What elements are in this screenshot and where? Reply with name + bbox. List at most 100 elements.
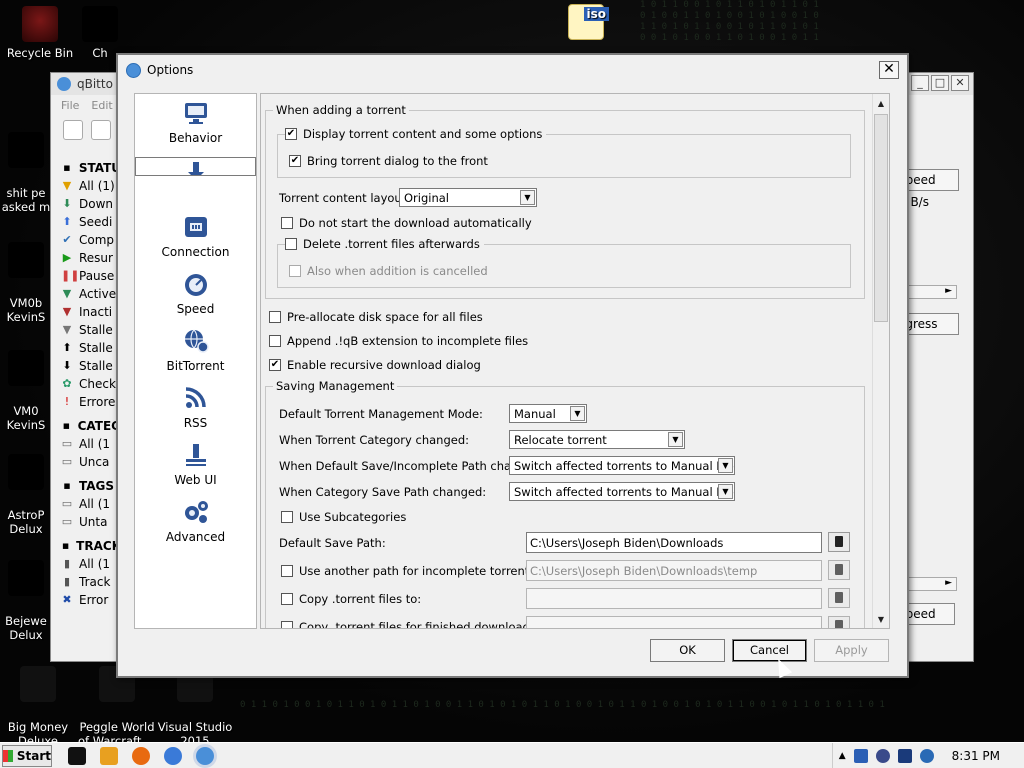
maximize-button[interactable]: □ [931, 75, 949, 91]
minimize-button[interactable]: _ [911, 75, 929, 91]
add-link-icon[interactable] [63, 120, 83, 140]
scrollbar-thumb[interactable] [874, 114, 888, 322]
mode-select[interactable]: Manual ▼ [509, 404, 587, 423]
browse-button[interactable] [828, 616, 850, 628]
default-path-changed-select[interactable]: Switch affected torrents to Manual Mode … [509, 456, 735, 475]
copy-finished-box[interactable] [281, 621, 293, 628]
sidebar-item[interactable]: ⬇ Stalle [61, 357, 121, 375]
sidebar-section-header[interactable]: ▪ TRACK [61, 537, 121, 555]
sidebar-item[interactable]: ✔ Comp [61, 231, 121, 249]
incomplete-box[interactable] [281, 565, 293, 577]
nav-item-connection[interactable]: Connection [135, 214, 256, 259]
monitor-icon[interactable] [897, 749, 912, 763]
nav-item-downloads[interactable]: Downloads [135, 157, 256, 176]
copy-torrent-box[interactable] [281, 593, 293, 605]
sidebar-item[interactable]: ▭ All (1 [61, 435, 121, 453]
sidebar-item[interactable]: ▭ Unta [61, 513, 121, 531]
firefox-icon[interactable] [132, 746, 150, 765]
add-file-icon[interactable] [91, 120, 111, 140]
chrome-icon[interactable] [164, 746, 182, 765]
desktop-icon-iso[interactable]: iso [548, 4, 624, 44]
desktop-icon[interactable]: shit pe asked m [0, 118, 52, 228]
recursive-box[interactable]: ✔ [269, 359, 281, 371]
apply-button[interactable]: Apply [814, 639, 889, 662]
sidebar-item[interactable]: ⬇ Down [61, 195, 121, 213]
browse-button[interactable] [828, 560, 850, 580]
dialog-titlebar[interactable]: Options [118, 55, 907, 85]
sidebar-item[interactable]: ▭ All (1 [61, 495, 121, 513]
media-player-icon[interactable] [100, 746, 118, 765]
copy-torrent-checkbox[interactable]: Copy .torrent files to: [281, 592, 421, 606]
qbittorrent-taskbar-icon[interactable] [196, 746, 214, 765]
sidebar-section-header[interactable]: ▪ CATEG [61, 417, 121, 435]
sidebar-item[interactable]: ⬆ Seedi [61, 213, 121, 231]
copy-torrent-input[interactable] [526, 588, 822, 609]
sidebar-item[interactable]: ! Errore [61, 393, 121, 411]
clock[interactable]: 8:31 PM [952, 749, 1000, 763]
volume-icon[interactable] [919, 749, 934, 763]
preallocate-box[interactable] [269, 311, 281, 323]
shield-icon[interactable] [853, 749, 868, 763]
desktop-icon[interactable]: VM0 KevinS [0, 336, 52, 446]
desktop-icon[interactable]: Big Money Deluxe [0, 652, 76, 742]
sidebar-section-header[interactable]: ▪ STATU [61, 159, 121, 177]
recursive-checkbox[interactable]: ✔ Enable recursive download dialog [269, 358, 481, 372]
menu-edit[interactable]: Edit [91, 99, 112, 112]
menu-file[interactable]: File [61, 99, 79, 112]
nav-item-bittorrent[interactable]: BitTorrent [135, 328, 256, 373]
sidebar-item[interactable]: ▼ All (1) [61, 177, 121, 195]
sidebar-item[interactable]: ❚❚ Pause [61, 267, 121, 285]
desktop-icon[interactable]: VM0b KevinS [0, 228, 52, 338]
desktop-icon-recycle-bin[interactable]: Recycle Bin [2, 6, 78, 60]
cat-path-changed-select[interactable]: Switch affected torrents to Manual Mode … [509, 482, 735, 501]
options-dialog[interactable]: Options ✕ Behavior Downloads Connection Spe… [116, 53, 909, 678]
sidebar-item[interactable]: ⬆ Stalle [61, 339, 121, 357]
start-button[interactable]: Start [2, 744, 52, 767]
also-cancelled-checkbox[interactable]: Also when addition is cancelled [289, 264, 488, 278]
no-auto-start-box[interactable] [281, 217, 293, 229]
append-ext-checkbox[interactable]: Append .!qB extension to incomplete file… [269, 334, 528, 348]
sidebar-item[interactable]: ▮ All (1 [61, 555, 121, 573]
default-save-path-input[interactable]: C:\Users\Joseph Biden\Downloads [526, 532, 822, 553]
sidebar-item[interactable]: ✖ Error [61, 591, 121, 609]
desktop-icon[interactable]: Ch [80, 6, 120, 60]
nav-item-web-ui[interactable]: Web UI [135, 442, 256, 487]
layout-select[interactable]: Original ▼ [399, 188, 537, 207]
desktop-icon[interactable]: Bejewe Delux [0, 546, 52, 656]
desktop-icon[interactable]: AstroP Delux [0, 440, 52, 550]
vertical-scrollbar[interactable]: ▲ ▼ [872, 94, 889, 628]
terminal-icon[interactable] [68, 746, 86, 765]
sidebar-item[interactable]: ▼ Inacti [61, 303, 121, 321]
bring-front-box[interactable]: ✔ [289, 155, 301, 167]
incomplete-path-input[interactable]: C:\Users\Joseph Biden\Downloads\temp [526, 560, 822, 581]
display-content-checkbox[interactable]: ✔ Display torrent content and some optio… [285, 127, 547, 141]
scroll-up-arrow[interactable]: ▲ [876, 100, 886, 108]
nav-item-rss[interactable]: RSS [135, 385, 256, 430]
incomplete-checkbox[interactable]: Use another path for incomplete torrents… [281, 564, 539, 578]
close-button[interactable]: ✕ [951, 75, 969, 91]
cancel-button[interactable]: Cancel [732, 639, 807, 662]
network-icon[interactable] [875, 749, 890, 763]
cat-changed-select[interactable]: Relocate torrent ▼ [509, 430, 685, 449]
subcategories-box[interactable] [281, 511, 293, 523]
sidebar-item[interactable]: ▮ Track [61, 573, 121, 591]
close-button[interactable]: ✕ [879, 61, 899, 79]
sidebar-item[interactable]: ▼ Stalle [61, 321, 121, 339]
nav-item-behavior[interactable]: Behavior [135, 100, 256, 145]
sidebar-item[interactable]: ▶ Resur [61, 249, 121, 267]
sidebar-item[interactable]: ▼ Active [61, 285, 121, 303]
no-auto-start-checkbox[interactable]: Do not start the download automatically [281, 216, 532, 230]
bring-front-checkbox[interactable]: ✔ Bring torrent dialog to the front [289, 154, 488, 168]
subcategories-checkbox[interactable]: Use Subcategories [281, 510, 406, 524]
display-content-box[interactable]: ✔ [285, 128, 297, 140]
nav-item-speed[interactable]: Speed [135, 271, 256, 316]
browse-button[interactable] [828, 588, 850, 608]
delete-torrent-box[interactable] [285, 238, 297, 250]
chevron-up-icon[interactable]: ▲ [839, 751, 846, 761]
browse-button[interactable] [828, 532, 850, 552]
sidebar-item[interactable]: ✿ Check [61, 375, 121, 393]
copy-finished-input[interactable] [526, 616, 822, 628]
sidebar-section-header[interactable]: ▪ TAGS [61, 477, 121, 495]
ok-button[interactable]: OK [650, 639, 725, 662]
preallocate-checkbox[interactable]: Pre-allocate disk space for all files [269, 310, 483, 324]
